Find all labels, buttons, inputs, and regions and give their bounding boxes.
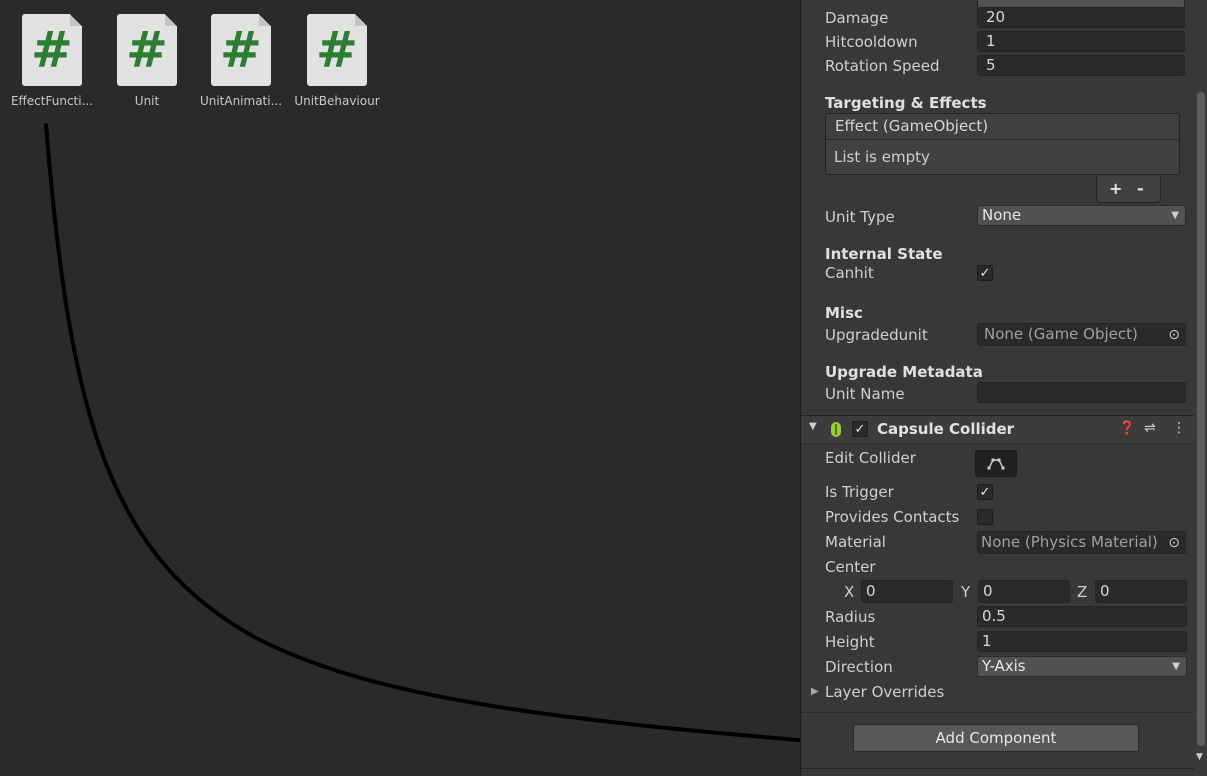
unit-type-label: Unit Type [825,208,895,226]
hitcooldown-field[interactable]: 1 [977,31,1185,52]
effect-list-empty: List is empty [834,148,930,166]
csharp-script-icon: # [307,14,367,86]
script-asset-unit[interactable]: # Unit [100,14,194,108]
center-z-field[interactable]: 0 [1095,580,1187,603]
divider [801,712,1194,713]
object-picker-icon[interactable]: ⊙ [1168,325,1180,346]
upgradedunit-label: Upgradedunit [825,326,928,344]
foldout-arrow-icon[interactable]: ▼ [809,421,817,432]
list-remove-button[interactable]: - [1137,179,1144,198]
material-value: None (Physics Material) [981,533,1158,551]
unit-name-label: Unit Name [825,385,905,403]
asset-label: UnitAnimati... [199,94,283,108]
csharp-script-icon: # [22,14,82,86]
radius-label: Radius [825,608,876,626]
center-z-label: Z [1077,583,1088,601]
direction-dropdown[interactable]: Y-Axis ▼ [977,656,1187,677]
rotation-speed-field[interactable]: 5 [977,55,1185,76]
material-field[interactable]: None (Physics Material) ⊙ [977,531,1186,554]
center-x-field[interactable]: 0 [861,580,953,603]
canhit-label: Canhit [825,264,874,282]
direction-value: Y-Axis [982,657,1026,675]
inspector-scrollbar[interactable]: ▼ [1194,0,1207,776]
script-asset-unitanimation[interactable]: # UnitAnimati... [194,14,288,108]
add-component-button[interactable]: Add Component [853,724,1139,752]
targeting-header: Targeting & Effects [825,94,987,112]
effect-list: Effect (GameObject) List is empty [825,113,1180,175]
capsule-collider-icon [831,422,841,437]
edit-collider-label: Edit Collider [825,449,916,467]
effect-list-title[interactable]: Effect (GameObject) [826,114,1179,140]
script-asset-effectfunctions[interactable]: # EffectFuncti... [5,14,99,108]
capsule-collider-title: Capsule Collider [877,420,1015,438]
internal-state-header: Internal State [825,245,943,263]
material-label: Material [825,533,886,551]
unit-type-dropdown[interactable]: None ▼ [977,205,1186,226]
scrollbar-thumb[interactable] [1197,92,1205,746]
canhit-checkbox[interactable]: ✓ [977,265,993,281]
height-label: Height [825,633,875,651]
collider-enabled-checkbox[interactable]: ✓ [852,421,868,437]
layer-overrides-foldout[interactable]: Layer Overrides [825,683,944,701]
scroll-down-arrow-icon[interactable]: ▼ [1196,752,1203,762]
presets-icon[interactable]: ⇌ [1144,420,1156,436]
asset-label: Unit [134,94,160,108]
more-menu-icon[interactable]: ⋮ [1172,420,1186,436]
center-label: Center [825,558,876,576]
rotation-speed-label: Rotation Speed [825,57,940,75]
layer-overrides-foldout-icon[interactable]: ▶ [811,686,819,697]
provides-contacts-label: Provides Contacts [825,508,960,526]
center-y-field[interactable]: 0 [978,580,1070,603]
is-trigger-label: Is Trigger [825,483,894,501]
list-add-button[interactable]: + [1109,179,1122,198]
help-icon[interactable]: ❓ [1119,421,1135,436]
misc-header: Misc [825,304,863,322]
list-add-remove: + - [1096,176,1161,203]
unit-name-field[interactable] [977,382,1186,403]
center-y-label: Y [961,583,971,601]
csharp-script-icon: # [211,14,271,86]
asset-label: EffectFuncti... [10,94,94,108]
height-field[interactable]: 1 [977,631,1187,652]
hitcooldown-label: Hitcooldown [825,33,918,51]
unit-type-value: None [982,206,1022,224]
csharp-script-icon: # [117,14,177,86]
upgradedunit-value: None (Game Object) [984,325,1138,343]
upgrade-metadata-header: Upgrade Metadata [825,363,983,381]
divider [801,768,1194,769]
center-x-label: X [844,583,855,601]
project-pane: # EffectFuncti... # Unit # UnitAnimati..… [0,0,800,776]
direction-label: Direction [825,658,893,676]
radius-field[interactable]: 0.5 [977,606,1187,627]
object-picker-icon[interactable]: ⊙ [1168,533,1180,554]
damage-label: Damage [825,9,889,27]
is-trigger-checkbox[interactable]: ✓ [977,484,993,500]
edit-collider-icon [987,458,1005,470]
dropdown-arrow-icon: ▼ [1172,661,1180,672]
damage-field[interactable]: 20 [977,7,1185,28]
upgradedunit-field[interactable]: None (Game Object) ⊙ [977,323,1186,346]
capsule-collider-header[interactable]: ▼ ✓ Capsule Collider ❓ ⇌ ⋮ [801,415,1194,444]
asset-label: UnitBehaviour [294,94,380,108]
dropdown-arrow-icon: ▼ [1171,210,1179,221]
edit-collider-button[interactable] [975,450,1017,477]
script-asset-unitbehaviour[interactable]: # UnitBehaviour [290,14,384,108]
inspector-panel: Damage 20 Hitcooldown 1 Rotation Speed 5… [800,0,1207,776]
provides-contacts-checkbox[interactable] [977,509,993,525]
